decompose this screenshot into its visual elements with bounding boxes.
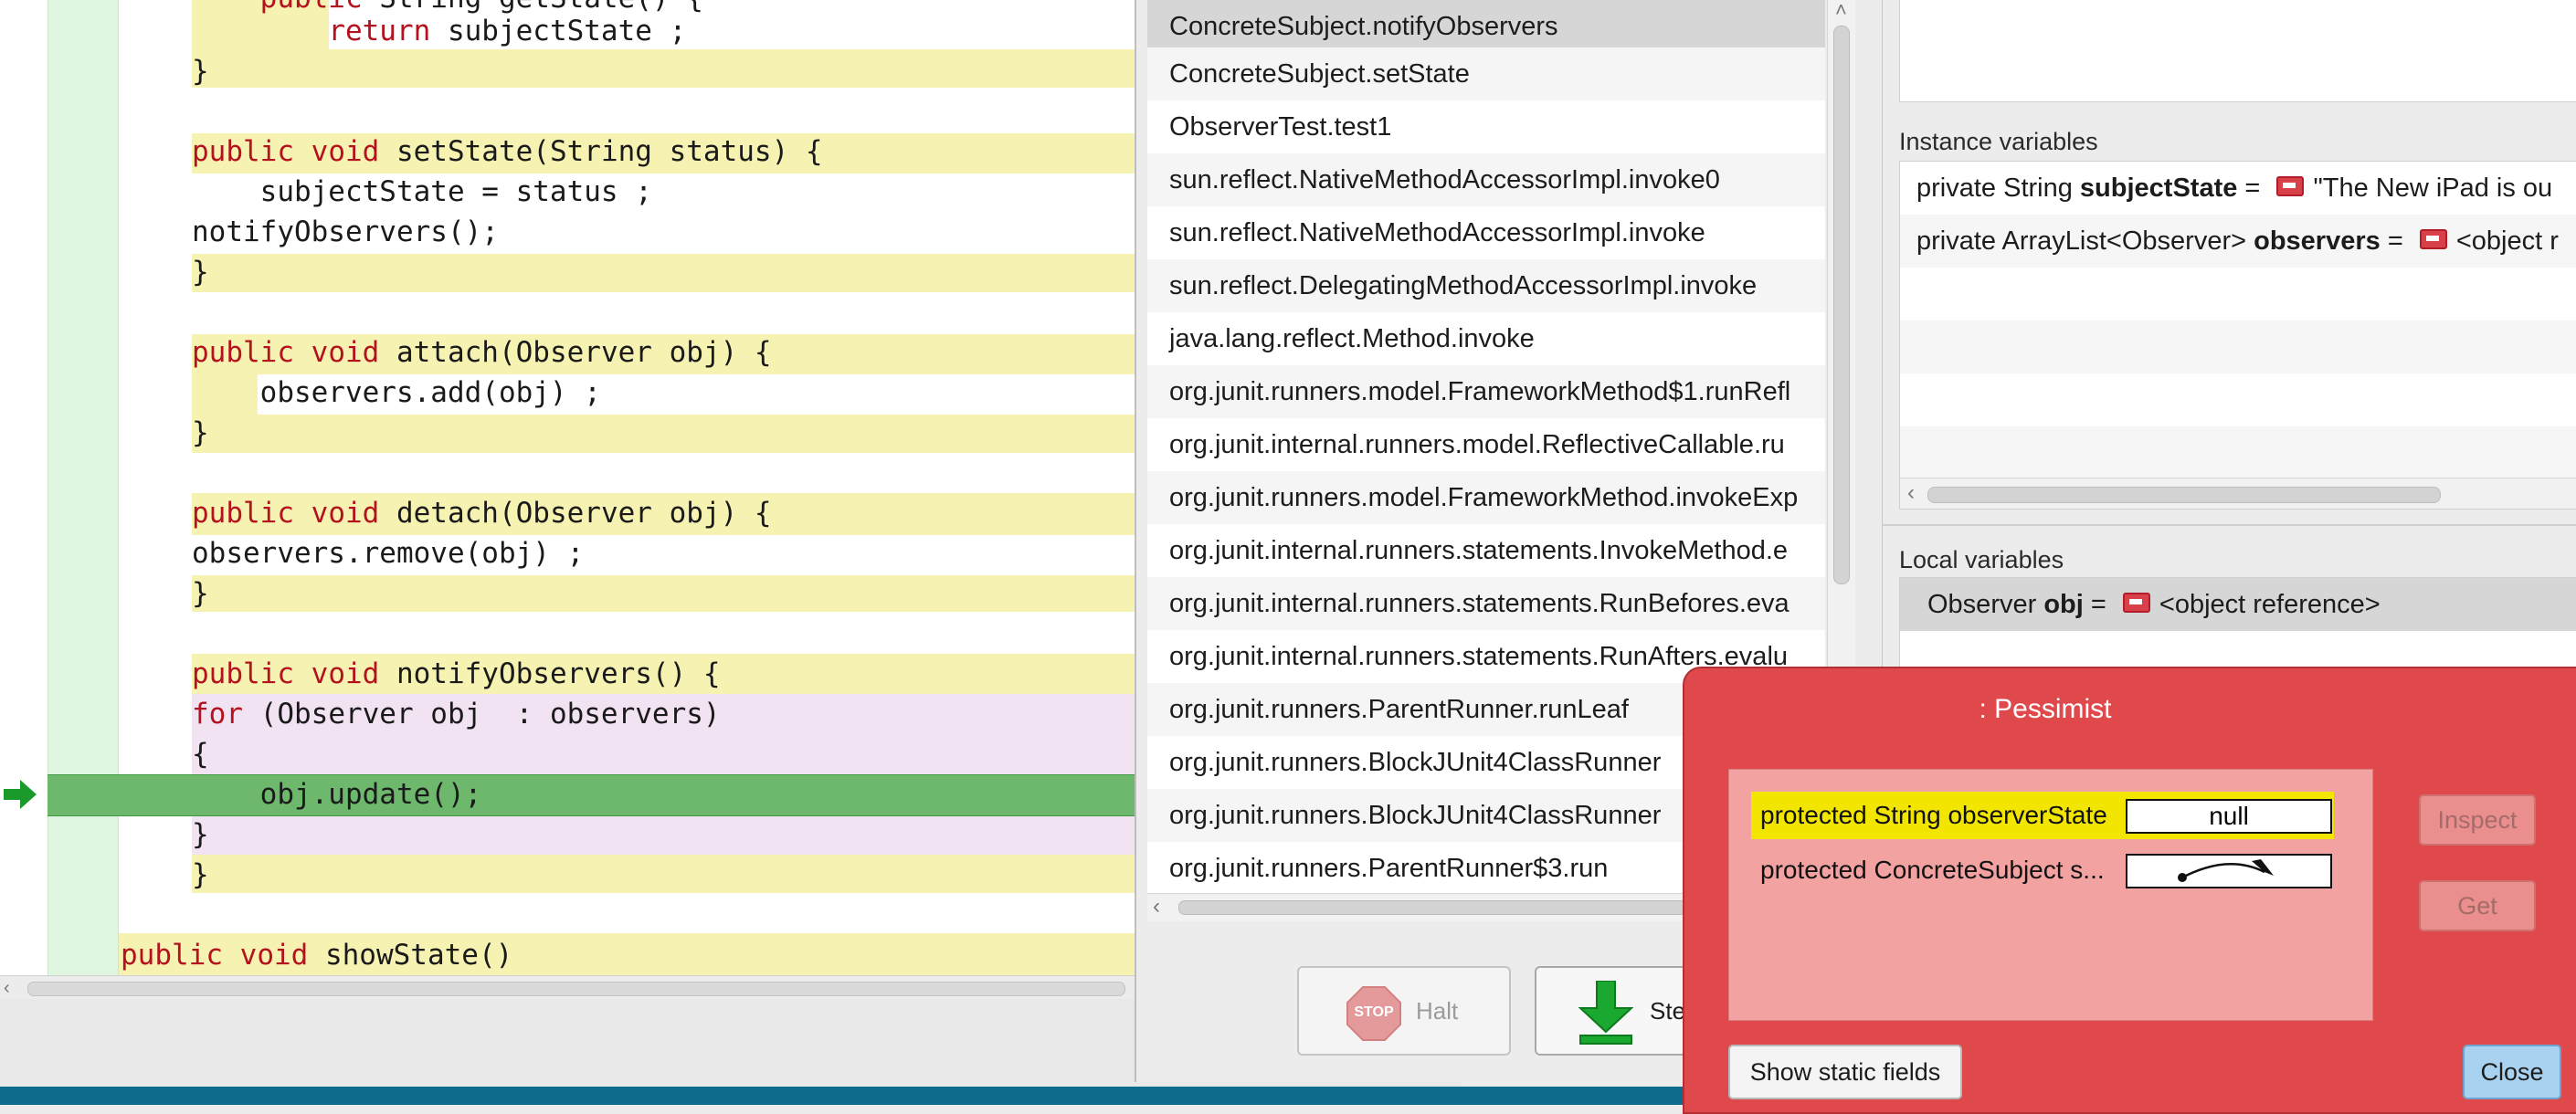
- step-button[interactable]: Ste: [1535, 966, 1699, 1056]
- code-line-11: public void detach(Observer obj) {: [192, 497, 772, 530]
- variables-panel: Instance variables private String subjec…: [1882, 0, 2576, 732]
- get-button[interactable]: Get: [2419, 880, 2536, 931]
- field-label: protected String observerState: [1760, 801, 2107, 829]
- scroll-left-arrow-icon[interactable]: ‹: [1153, 894, 1160, 920]
- code-line-4: public void setState(String status) {: [192, 135, 823, 168]
- stop-sign-icon: STOP: [1346, 986, 1401, 1041]
- inspector-fields-list[interactable]: protected String observerState null prot…: [1728, 769, 2373, 1021]
- object-reference-icon: [2276, 176, 2305, 197]
- code-line-9: observers.add(obj) ;: [259, 376, 601, 409]
- reference-arrow-icon: [2178, 859, 2274, 882]
- halt-label: Halt: [1416, 997, 1459, 1025]
- call-stack-item[interactable]: java.lang.reflect.Method.invoke: [1147, 312, 1825, 365]
- code-line-19: }: [192, 858, 209, 891]
- call-stack-item[interactable]: org.junit.runners.model.FrameworkMethod$…: [1147, 365, 1825, 418]
- code-line-14: public void notifyObservers() {: [192, 657, 721, 690]
- instance-variable-row[interactable]: private String subjectState = "The New i…: [1900, 162, 2576, 215]
- local-variable-row[interactable]: Observer obj = <object reference>: [1900, 578, 2576, 631]
- inspector-title: : Pessimist: [1979, 694, 2112, 724]
- instance-variables-label: Instance variables: [1899, 128, 2098, 155]
- scroll-left-arrow-icon[interactable]: ‹: [4, 978, 10, 999]
- scroll-left-arrow-icon[interactable]: ‹: [1907, 480, 1915, 506]
- instance-vars-hscrollbar[interactable]: ‹: [1900, 478, 2576, 509]
- step-down-arrow-icon: [1578, 980, 1634, 1045]
- breakpoint-margin[interactable]: [48, 0, 119, 975]
- step-label: Ste: [1650, 997, 1686, 1025]
- instance-vars-scroll-thumb[interactable]: [1927, 487, 2441, 503]
- call-stack-item[interactable]: sun.reflect.NativeMethodAccessorImpl.inv…: [1147, 153, 1825, 206]
- code-line-20: public void showState(): [121, 939, 513, 972]
- halt-button[interactable]: STOP Halt: [1297, 966, 1511, 1056]
- code-line-13: }: [192, 577, 209, 610]
- call-stack-item[interactable]: org.junit.internal.runners.statements.In…: [1147, 524, 1825, 577]
- field-row-selected[interactable]: protected String observerState null: [1751, 792, 2334, 839]
- code-line-15: for (Observer obj : observers): [192, 698, 721, 730]
- editor-horizontal-scrollbar[interactable]: ‹: [0, 975, 1135, 1000]
- code-line-12: observers.remove(obj) ;: [192, 537, 585, 570]
- close-button[interactable]: Close: [2463, 1045, 2561, 1099]
- call-stack-item[interactable]: org.junit.internal.runners.model.Reflect…: [1147, 418, 1825, 471]
- call-stack-item[interactable]: ObserverTest.test1: [1147, 100, 1825, 153]
- call-stack-scroll-thumb[interactable]: [1833, 26, 1850, 584]
- call-stack-item[interactable]: sun.reflect.NativeMethodAccessorImpl.inv…: [1147, 206, 1825, 259]
- code-line-5: subjectState = status ;: [259, 175, 652, 208]
- empty-row: [1900, 321, 2576, 373]
- local-variables-label: Local variables: [1899, 546, 2064, 573]
- execution-arrow-icon: [4, 780, 37, 809]
- call-stack-item[interactable]: org.junit.runners.model.FrameworkMethod.…: [1147, 471, 1825, 524]
- field-label: protected ConcreteSubject s...: [1760, 856, 2105, 884]
- instance-variables-list[interactable]: private String subjectState = "The New i…: [1899, 161, 2576, 510]
- code-line-17: obj.update();: [259, 778, 482, 811]
- code-line-18: }: [192, 818, 209, 851]
- field-value: null: [2126, 799, 2332, 834]
- code-line-10: }: [192, 416, 209, 449]
- line-gutter[interactable]: [0, 0, 48, 975]
- instance-variable-row[interactable]: private ArrayList<Observer> observers = …: [1900, 215, 2576, 268]
- call-stack-hscroll-thumb[interactable]: [1178, 900, 1692, 915]
- field-row[interactable]: protected ConcreteSubject s...: [1751, 846, 2334, 894]
- call-stack-item[interactable]: sun.reflect.DelegatingMethodAccessorImpl…: [1147, 259, 1825, 312]
- empty-row: [1900, 426, 2576, 479]
- inspect-button[interactable]: Inspect: [2419, 794, 2536, 846]
- object-reference-icon: [2122, 593, 2150, 614]
- code-line-3: }: [192, 55, 209, 88]
- code-line-6: notifyObservers();: [192, 215, 499, 248]
- field-value-reference: [2126, 854, 2332, 888]
- show-static-fields-button[interactable]: Show static fields: [1728, 1045, 1962, 1099]
- code-line-7: }: [192, 256, 209, 289]
- static-variables-list[interactable]: [1899, 0, 2576, 102]
- scroll-up-arrow-icon[interactable]: ˄: [1835, 0, 1847, 22]
- call-stack-item[interactable]: ConcreteSubject.notifyObservers: [1147, 0, 1825, 53]
- editor-scroll-thumb[interactable]: [27, 982, 1125, 996]
- code-line-2: return subjectState ;: [328, 15, 687, 47]
- code-line-16: {: [192, 738, 209, 771]
- panel-divider: [1883, 524, 2576, 526]
- call-stack-item[interactable]: org.junit.internal.runners.statements.Ru…: [1147, 577, 1825, 630]
- code-line-8: public void attach(Observer obj) {: [192, 336, 772, 369]
- object-inspector-dialog: : Pessimist protected String observerSta…: [1683, 667, 2576, 1114]
- object-reference-icon: [2419, 229, 2447, 250]
- source-editor[interactable]: public String getState() { return subjec…: [0, 0, 1135, 975]
- call-stack-item[interactable]: ConcreteSubject.setState: [1147, 47, 1825, 100]
